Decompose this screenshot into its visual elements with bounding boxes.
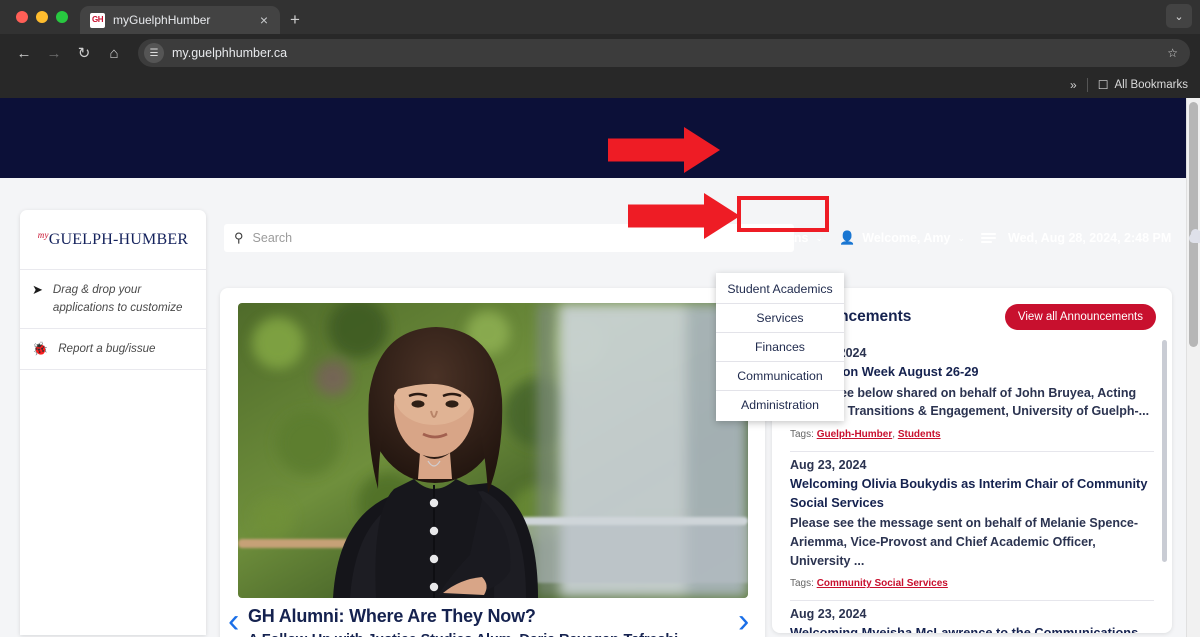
announcement-date: Aug 23, 2024 (790, 607, 867, 622)
announcement-tags: Tags: Community Social Services (790, 578, 1154, 589)
bookmarks-bar: » ☐ All Bookmarks (0, 72, 1200, 98)
chevron-down-icon: ⌄ (815, 232, 824, 243)
applications-sidebar: myGUELPH-HUMBER ➤ Drag & drop your appli… (20, 210, 206, 635)
favicon-label: GH (92, 15, 104, 24)
announcement-body: Please see below shared on behalf of Joh… (790, 385, 1150, 419)
tags-label: Tags: (790, 429, 814, 441)
menu-item-services[interactable]: Services (716, 304, 844, 333)
announcement-heading: Welcoming Myeisha McLawrence to the Comm… (790, 625, 1139, 633)
weather-display: 22.2° C (1189, 224, 1200, 252)
tab-strip: GH myGuelphHumber × + ⌄ (0, 0, 1200, 34)
bookmarks-divider (1086, 78, 1088, 92)
minimize-window-button[interactable] (36, 11, 48, 23)
menu-item-communication[interactable]: Communication (716, 362, 844, 391)
page-viewport: ‹ › GH Alumni: Where Are They Now? A Fol… (0, 98, 1200, 637)
folder-icon: ☐ (1097, 78, 1109, 92)
tag-link[interactable]: Students (898, 429, 941, 440)
browser-window: GH myGuelphHumber × + ⌄ ← → ↻ ⌂ ☰ my.gue… (0, 0, 1200, 637)
feature-story-card (220, 288, 765, 637)
annotation-arrow-services (628, 193, 740, 239)
announcement-item[interactable]: Aug 23, 2024 Welcoming Olivia Boukydis a… (790, 452, 1154, 602)
announcement-heading: Welcoming Olivia Boukydis as Interim Cha… (790, 476, 1148, 510)
sidebar-item-drag-drop[interactable]: ➤ Drag & drop your applications to custo… (20, 270, 206, 329)
announcement-date: Aug 26, 2024 (790, 346, 867, 360)
search-input-placeholder[interactable]: Search (253, 231, 293, 245)
forward-icon[interactable]: → (40, 39, 68, 67)
cursor-icon: ➤ (32, 282, 43, 297)
menu-item-student-academics[interactable]: Student Academics (716, 275, 844, 304)
browser-toolbar: ← → ↻ ⌂ ☰ my.guelphhumber.ca ☆ (0, 34, 1200, 72)
carousel-prev-button[interactable]: ‹ (228, 604, 239, 637)
person-icon: 👤 (839, 230, 856, 245)
tags-label: Tags: (790, 578, 814, 590)
logo-name-text: GUELPH-HUMBER (48, 231, 189, 248)
hamburger-menu-icon[interactable] (981, 233, 997, 243)
search-icon: ⚲ (234, 230, 244, 245)
menu-item-administration[interactable]: Administration (716, 391, 844, 419)
all-bookmarks-button[interactable]: ☐ All Bookmarks (1098, 78, 1188, 92)
annotation-arrow-applications (608, 127, 720, 173)
bookmarks-overflow-icon[interactable]: » (1070, 78, 1077, 92)
feature-story-title[interactable]: GH Alumni: Where Are They Now? (248, 606, 748, 627)
tag-link[interactable]: Community Social Services (817, 578, 948, 589)
address-bar-url: my.guelphhumber.ca (172, 46, 288, 60)
sidebar-logo: myGUELPH-HUMBER (20, 210, 206, 270)
maximize-window-button[interactable] (56, 11, 68, 23)
applications-dropdown-menu: Student Academics Services Finances Comm… (716, 273, 844, 421)
cloud-icon (1189, 229, 1200, 243)
logo-my-text: my (37, 230, 49, 240)
address-bar[interactable]: ☰ my.guelphhumber.ca ☆ (138, 39, 1190, 67)
close-window-button[interactable] (16, 11, 28, 23)
back-icon[interactable]: ← (10, 39, 38, 67)
sidebar-item-report-bug[interactable]: 🐞 Report a bug/issue (20, 329, 206, 370)
user-menu-label: Welcome, Amy (862, 231, 951, 245)
view-all-announcements-button[interactable]: View all Announcements (1004, 304, 1156, 330)
sidebar-logo-text: myGUELPH-HUMBER (38, 230, 188, 249)
announcement-heading: Orientation Week August 26-29 (790, 364, 979, 379)
bookmark-star-icon[interactable]: ☆ (1167, 46, 1178, 60)
feature-story-subtitle: A Follow-Up with Justice Studies Alum, D… (248, 632, 748, 637)
sidebar-item-label: Report a bug/issue (58, 341, 156, 355)
announcement-item[interactable]: Aug 23, 2024 Welcoming Myeisha McLawrenc… (790, 601, 1154, 633)
tab-favicon-icon: GH (90, 12, 105, 28)
feature-story-text: GH Alumni: Where Are They Now? A Follow-… (248, 606, 748, 637)
home-icon[interactable]: ⌂ (100, 39, 128, 67)
bug-icon: 🐞 (32, 340, 49, 356)
announcement-tags: Tags: Guelph-Humber, Students (790, 429, 941, 441)
announcement-item[interactable]: Aug 26, 2024 Orientation Week August 26-… (790, 340, 1154, 453)
window-menu-icon[interactable]: ⌄ (1166, 4, 1192, 28)
tab-title: myGuelphHumber (113, 13, 211, 27)
browser-tab[interactable]: GH myGuelphHumber × (80, 6, 280, 34)
user-menu-button[interactable]: 👤 Welcome, Amy ⌄ (839, 230, 965, 246)
page-scrollbar-track[interactable] (1186, 98, 1200, 637)
chevron-down-icon: ⌄ (957, 232, 966, 243)
annotation-highlight-services (737, 196, 829, 232)
datetime-display: Wed, Aug 28, 2024, 2:48 PM (1008, 231, 1172, 245)
sidebar-item-label: Drag & drop your applications to customi… (52, 283, 183, 314)
new-tab-button[interactable]: + (290, 10, 300, 30)
site-settings-icon[interactable]: ☰ (144, 43, 164, 63)
window-traffic-lights (10, 0, 80, 34)
menu-item-finances[interactable]: Finances (716, 333, 844, 362)
close-tab-icon[interactable]: × (256, 13, 272, 27)
all-bookmarks-label: All Bookmarks (1114, 79, 1189, 91)
portal-header-band (0, 98, 1186, 178)
announcements-scrollbar[interactable] (1162, 340, 1167, 562)
feature-story-image (238, 303, 748, 598)
reload-icon[interactable]: ↻ (70, 39, 98, 67)
announcement-date: Aug 23, 2024 (790, 458, 867, 473)
announcement-body: Please see the message sent on behalf of… (790, 516, 1139, 568)
tag-link[interactable]: Guelph-Humber (817, 429, 893, 440)
